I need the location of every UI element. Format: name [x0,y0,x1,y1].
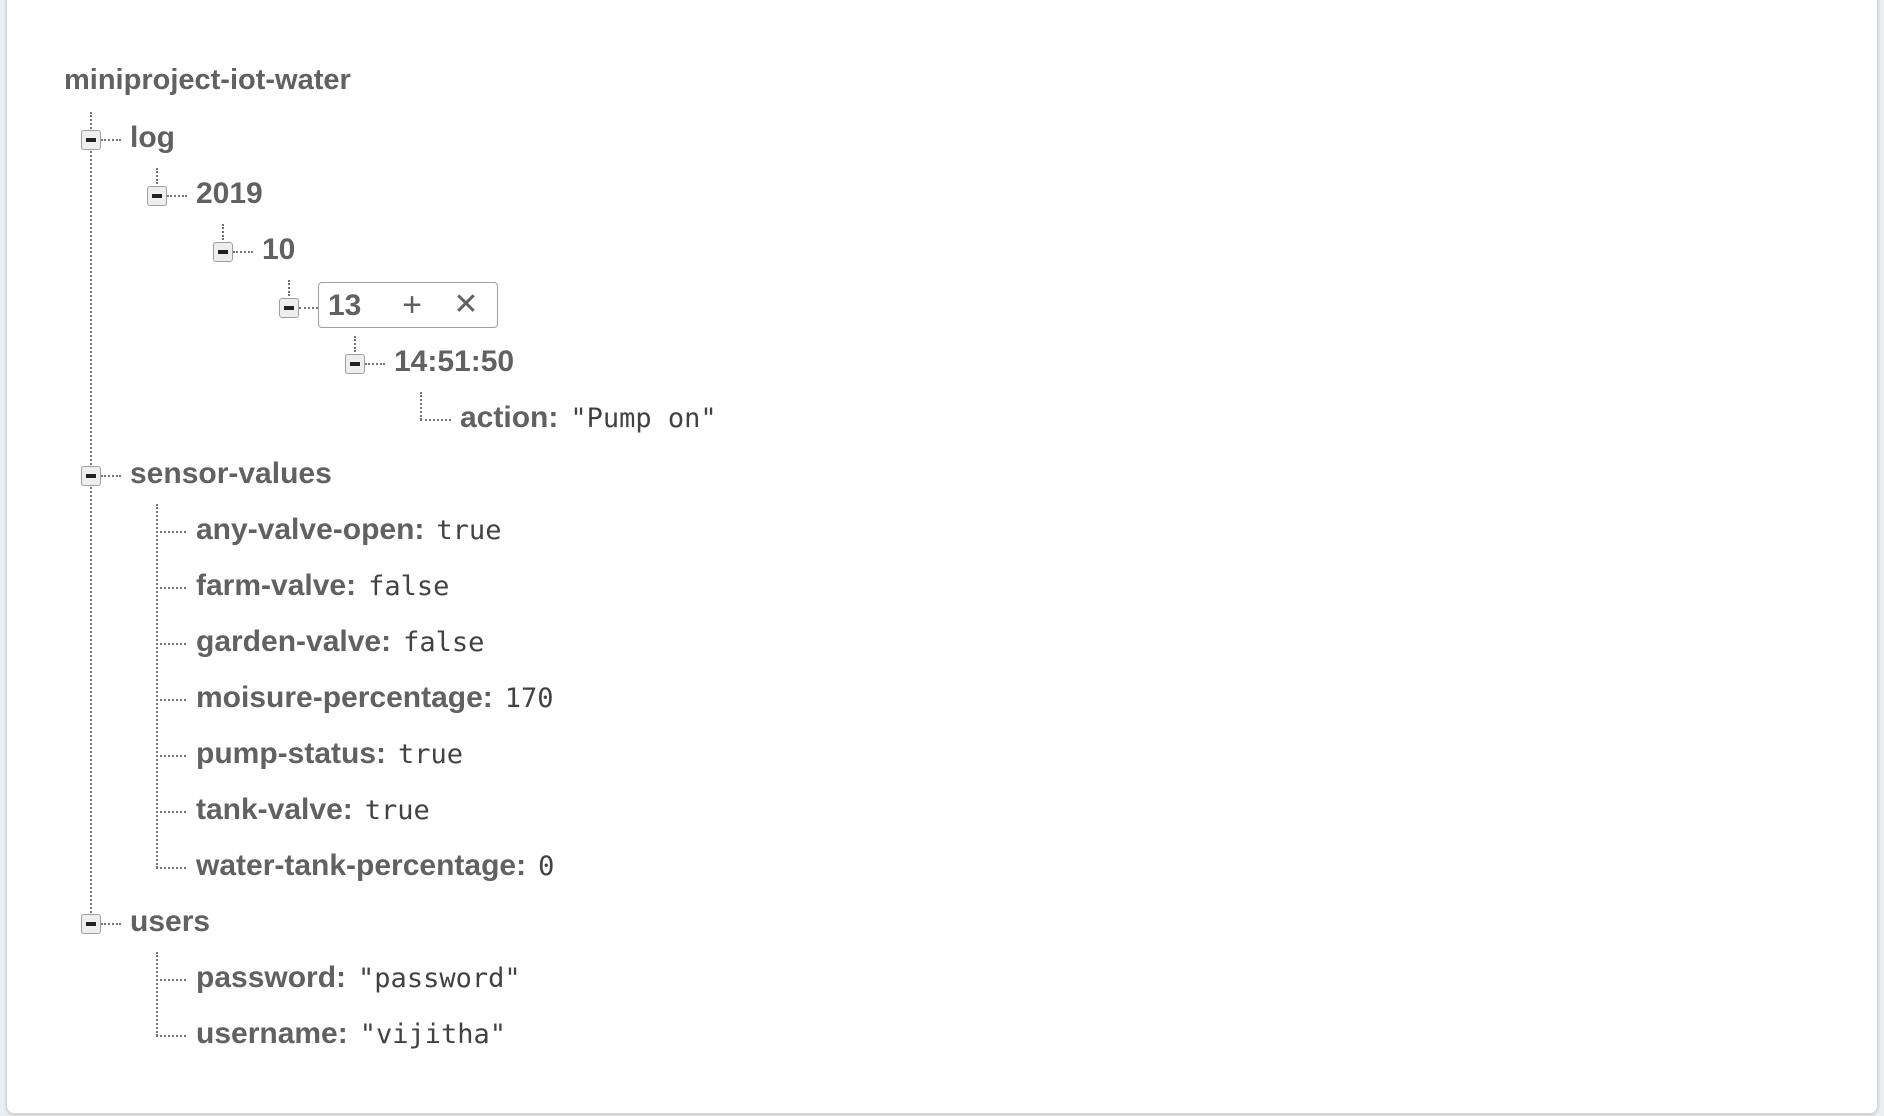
tree-connector [156,504,158,868]
leaf-key: action [460,401,549,434]
leaf-value[interactable]: true [436,515,501,546]
separator: : [337,1017,348,1050]
leaf-value[interactable]: "vijitha" [360,1019,506,1050]
node-log[interactable]: log [130,118,175,158]
separator: : [336,961,347,994]
leaf-action[interactable]: action: "Pump on" [460,398,717,438]
separator: : [548,401,559,434]
tree-connector [156,811,186,813]
separator: : [482,681,493,714]
node-10[interactable]: 10 [262,230,295,270]
collapse-sensor-values-toggle[interactable] [81,466,101,486]
plus-icon[interactable]: + [395,285,429,325]
tree-connector [233,251,253,253]
separator: : [376,737,386,770]
leaf-key: any-valve-open [196,513,415,546]
separator: : [346,569,357,602]
leaf-moisure-percentage[interactable]: moisure-percentage:170 [196,678,554,718]
tree-connector [288,280,290,296]
collapse-users-toggle[interactable] [81,914,101,934]
leaf-username[interactable]: username: "vijitha" [196,1014,506,1054]
leaf-key: moisure-percentage [196,681,483,714]
tree-connector [156,755,186,757]
tree-connector [299,307,318,309]
leaf-any-valve-open[interactable]: any-valve-open: true [196,510,501,550]
collapse-time-toggle[interactable] [345,354,365,374]
node-key: sensor-values [130,457,332,490]
node-users[interactable]: users [130,902,210,942]
leaf-value[interactable]: true [398,739,463,770]
separator: : [414,513,425,546]
leaf-value[interactable]: 0 [538,851,554,882]
leaf-key: pump-status [196,737,376,770]
tree-connector [156,587,186,589]
node-key: 10 [262,233,296,266]
tree-connector [156,699,186,701]
leaf-key: garden-valve [196,625,382,658]
tree-connector [156,531,186,533]
separator: : [381,625,392,658]
leaf-value[interactable]: "password" [358,963,521,994]
leaf-value[interactable]: 170 [505,683,554,714]
separator: : [342,793,353,826]
leaf-value[interactable]: "Pump on" [570,403,716,434]
leaf-pump-status[interactable]: pump-status: true [196,734,463,774]
collapse-13-toggle[interactable] [279,298,299,318]
node-sensor-values[interactable]: sensor-values [130,454,332,494]
leaf-value[interactable]: true [365,795,430,826]
node-key: 14:51:50 [394,345,515,378]
leaf-key: password [196,961,337,994]
leaf-key: tank-valve [196,793,343,826]
database-panel [6,0,1878,1114]
leaf-key: water-tank-percentage [196,849,517,882]
tree-connector [156,867,186,869]
tree-connector [156,1035,186,1037]
separator: : [516,849,527,882]
node-key: log [130,121,175,154]
tree-connector [156,952,158,1036]
tree-connector [354,336,356,352]
tree-connector [222,224,224,240]
node-14-51-50[interactable]: 14:51:50 [394,342,514,382]
node-2019[interactable]: 2019 [196,174,263,214]
node-13-selected[interactable]: 13 + ✕ [318,282,498,328]
leaf-tank-valve[interactable]: tank-valve: true [196,790,430,830]
node-key: 2019 [196,177,263,210]
tree-connector [156,979,186,981]
leaf-garden-valve[interactable]: garden-valve: false [196,622,484,662]
tree-connector [90,112,92,924]
leaf-key: username [196,1017,338,1050]
tree-connector [156,643,186,645]
tree-connector [420,419,451,421]
tree-connector [101,923,121,925]
leaf-farm-valve[interactable]: farm-valve: false [196,566,449,606]
leaf-water-tank-percentage[interactable]: water-tank-percentage:0 [196,846,554,886]
node-key: 13 [328,289,362,322]
tree-connector [167,195,187,197]
collapse-10-toggle[interactable] [213,242,233,262]
leaf-value[interactable]: false [368,571,449,602]
leaf-key: farm-valve [196,569,347,602]
tree-connector [101,139,121,141]
tree-connector [156,168,158,184]
collapse-2019-toggle[interactable] [147,186,167,206]
database-root-title[interactable]: miniproject-iot-water [64,62,351,98]
leaf-password[interactable]: password: "password" [196,958,521,998]
collapse-log-toggle[interactable] [81,130,101,150]
tree-connector [365,363,385,365]
tree-connector [420,392,422,420]
close-icon[interactable]: ✕ [449,285,483,325]
leaf-value[interactable]: false [403,627,484,658]
tree-connector [101,475,121,477]
node-key: users [130,905,211,938]
